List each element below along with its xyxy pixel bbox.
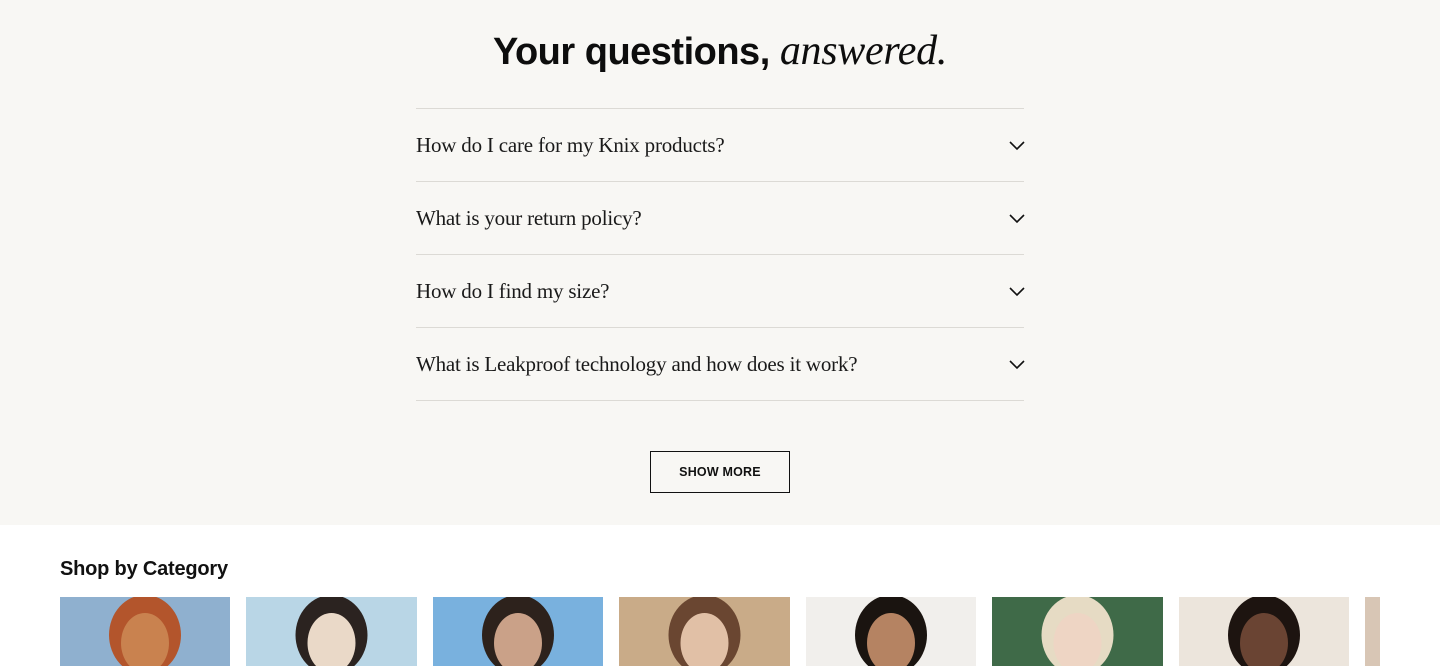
category-card-8[interactable]: [1365, 597, 1380, 666]
faq-title: Your questions, answered.: [0, 28, 1440, 75]
category-image: [992, 597, 1163, 666]
category-card-7[interactable]: [1179, 597, 1349, 666]
faq-item-find-size[interactable]: How do I find my size?: [416, 255, 1026, 328]
faq-section: Your questions, answered. How do I care …: [0, 0, 1440, 525]
faq-title-accent: answered.: [779, 28, 948, 74]
category-card-4[interactable]: [619, 597, 790, 666]
faq-question: How do I find my size?: [416, 278, 610, 303]
shop-by-category-title: Shop by Category: [60, 558, 228, 580]
category-image: [806, 597, 976, 666]
faq-question: What is Leakproof technology and how doe…: [416, 351, 858, 376]
chevron-down-icon: [1008, 209, 1026, 227]
category-image: [246, 597, 417, 666]
faq-item-leakproof[interactable]: What is Leakproof technology and how doe…: [416, 328, 1026, 401]
chevron-down-icon: [1008, 355, 1026, 373]
category-carousel: [0, 597, 1440, 666]
chevron-down-icon: [1008, 136, 1026, 154]
category-card-5[interactable]: [806, 597, 976, 666]
category-image: [60, 597, 230, 666]
category-card-6[interactable]: [992, 597, 1163, 666]
category-card-1[interactable]: [60, 597, 230, 666]
category-image: [433, 597, 603, 666]
category-card-2[interactable]: [246, 597, 417, 666]
category-image: [1179, 597, 1349, 666]
faq-item-care[interactable]: How do I care for my Knix products?: [416, 109, 1026, 182]
faq-question: What is your return policy?: [416, 205, 642, 230]
faq-list: How do I care for my Knix products? What…: [416, 108, 1026, 401]
faq-title-main: Your questions,: [492, 31, 780, 73]
category-card-3[interactable]: [433, 597, 603, 666]
chevron-down-icon: [1008, 282, 1026, 300]
show-more-button[interactable]: SHOW MORE: [650, 451, 790, 493]
faq-question: How do I care for my Knix products?: [416, 132, 725, 157]
faq-item-return-policy[interactable]: What is your return policy?: [416, 182, 1026, 255]
category-image: [619, 597, 790, 666]
category-image: [1365, 597, 1380, 666]
